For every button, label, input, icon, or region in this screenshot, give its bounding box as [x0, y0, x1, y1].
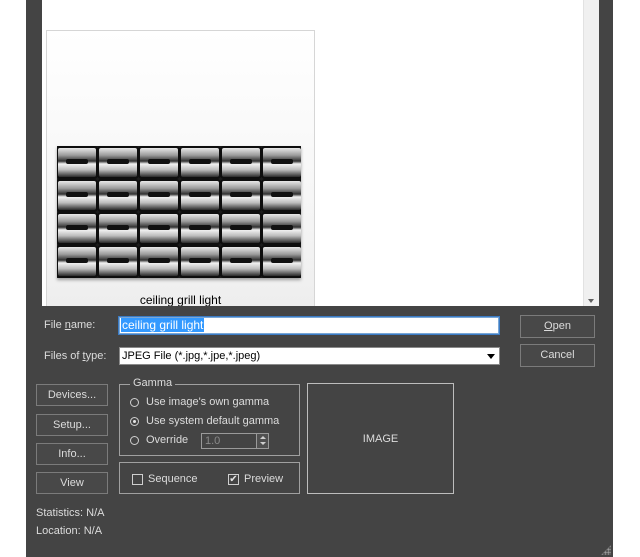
file-tile-label: ceiling grill light [139, 293, 222, 306]
filetype-select[interactable]: JPEG File (*.jpg,*.jpe,*.jpeg) [119, 347, 500, 365]
filename-input[interactable]: ceiling grill light [119, 317, 499, 334]
location-value: N/A [83, 525, 103, 537]
grill-cell [97, 146, 139, 179]
chevron-down-icon[interactable] [487, 354, 495, 359]
grill-cell [57, 245, 98, 278]
file-browser[interactable]: ceiling grill light [42, 0, 599, 306]
resize-grip-icon[interactable] [601, 545, 611, 555]
gamma-override-value: 1.0 [205, 435, 221, 447]
sequence-checkbox[interactable] [132, 474, 143, 485]
grill-cell [138, 179, 180, 212]
grill-cell [138, 146, 180, 179]
gamma-system-label: Use system default gamma [146, 415, 280, 427]
cancel-button[interactable]: Cancel [520, 344, 595, 367]
gamma-own-label: Use image's own gamma [146, 396, 270, 408]
preview-checkbox[interactable]: ✔ [228, 474, 239, 485]
image-preview: IMAGE [307, 383, 454, 494]
file-thumbnail [57, 146, 301, 278]
grill-cell [97, 179, 139, 212]
grill-cell [97, 212, 139, 245]
grill-cell [97, 245, 139, 278]
preview-label: Preview [244, 473, 284, 485]
filetype-value: JPEG File (*.jpg,*.jpe,*.jpeg) [122, 350, 261, 362]
grill-cell [261, 179, 301, 212]
file-open-dialog: ceiling grill light File name: ceiling g… [26, 0, 613, 557]
devices-button[interactable]: Devices... [36, 384, 108, 406]
view-button[interactable]: View [36, 472, 108, 494]
location-row: Location: N/A [36, 525, 102, 537]
file-tile[interactable]: ceiling grill light [46, 30, 315, 306]
grill-cell [138, 212, 180, 245]
gamma-own-radio[interactable] [130, 398, 139, 407]
statistics-row: Statistics: N/A [36, 507, 104, 519]
grill-cell [220, 245, 262, 278]
setup-button[interactable]: Setup... [36, 414, 108, 436]
info-button[interactable]: Info... [36, 443, 108, 465]
grill-cell [57, 212, 98, 245]
grill-cell [57, 179, 98, 212]
gamma-override-radio[interactable] [130, 436, 139, 445]
gamma-override-spinner[interactable]: 1.0 [201, 433, 269, 449]
grill-cell [179, 146, 221, 179]
location-label: Location: [36, 525, 81, 537]
statistics-value: N/A [86, 507, 105, 519]
spin-up-icon[interactable] [260, 436, 266, 439]
statistics-label: Statistics: [36, 507, 84, 519]
grill-cell [138, 245, 180, 278]
grill-cell [261, 245, 301, 278]
image-preview-label: IMAGE [362, 432, 399, 445]
filetype-label: Files of type: [44, 350, 107, 362]
grill-cell [220, 179, 262, 212]
grill-cell [261, 212, 301, 245]
grill-cell [220, 212, 262, 245]
spin-down-icon[interactable] [260, 442, 266, 445]
gamma-group-title: Gamma [130, 377, 176, 389]
filename-selected-text: ceiling grill light [121, 318, 205, 332]
grill-cell [179, 245, 221, 278]
grill-cell [57, 146, 98, 179]
checkmark-icon: ✔ [229, 474, 238, 485]
filename-label: File name: [44, 319, 96, 331]
spinner-buttons[interactable] [256, 434, 268, 448]
gamma-system-radio[interactable] [130, 417, 139, 426]
browser-scrollbar[interactable] [583, 0, 599, 306]
scroll-down-icon[interactable] [588, 299, 594, 303]
grill-cell [220, 146, 262, 179]
sequence-label: Sequence [148, 473, 198, 485]
grill-cell [179, 179, 221, 212]
grill-cell [261, 146, 301, 179]
gamma-override-label: Override [146, 434, 189, 446]
grill-cell [179, 212, 221, 245]
open-button[interactable]: Open [520, 315, 595, 338]
